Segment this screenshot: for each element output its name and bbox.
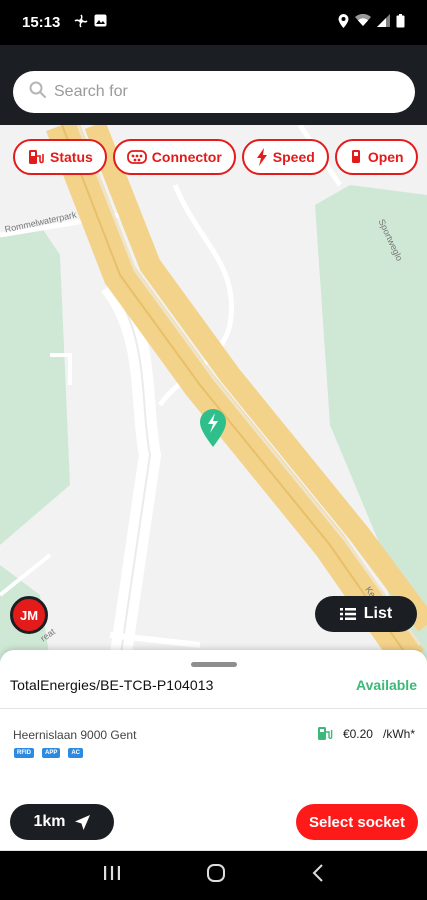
charging-station-marker[interactable] xyxy=(200,409,226,447)
divider xyxy=(0,708,427,709)
search-box[interactable] xyxy=(13,71,415,113)
station-status-badge: Available xyxy=(356,677,417,693)
back-icon[interactable] xyxy=(312,864,324,887)
search-input[interactable] xyxy=(54,83,354,101)
tag-app: APP xyxy=(42,748,61,758)
search-icon xyxy=(29,81,46,103)
location-icon xyxy=(338,13,349,32)
charger-icon xyxy=(317,727,333,740)
station-name: TotalEnergies/BE-TCB-P104013 xyxy=(10,677,214,693)
select-socket-button[interactable]: Select socket xyxy=(296,804,418,840)
system-nav-bar xyxy=(0,851,427,900)
distance-label: 1km xyxy=(33,813,66,830)
filter-status-button[interactable]: Status xyxy=(13,139,107,175)
charger-status-icon xyxy=(29,150,44,164)
price-value: €0.20 xyxy=(342,726,373,741)
sheet-drag-handle[interactable] xyxy=(191,662,237,667)
station-address: Heernislaan 9000 Gent xyxy=(13,728,137,742)
status-bar: 15:13 xyxy=(0,0,427,45)
distance-button[interactable]: 1km xyxy=(10,804,114,840)
search-header xyxy=(0,45,427,125)
tag-ac: AC xyxy=(68,748,84,758)
gallery-icon xyxy=(94,14,107,31)
filter-open-label: Open xyxy=(367,149,404,165)
open-icon xyxy=(351,150,360,163)
filter-speed-label: Speed xyxy=(272,149,315,165)
list-view-button[interactable]: List xyxy=(315,596,417,632)
navigation-arrow-icon xyxy=(74,814,90,830)
map-canvas xyxy=(0,125,427,660)
user-avatar[interactable]: JM xyxy=(10,596,48,634)
filter-status-label: Status xyxy=(50,149,93,165)
recent-apps-icon[interactable] xyxy=(103,865,121,886)
wifi-icon xyxy=(355,13,371,31)
price-unit: /kWh* xyxy=(382,726,415,741)
list-icon xyxy=(339,608,356,620)
connector-icon xyxy=(126,150,147,164)
signal-icon xyxy=(377,14,390,31)
price-row: €0.20 /kWh* xyxy=(317,726,415,741)
list-button-label: List xyxy=(363,605,393,622)
fan-icon xyxy=(74,13,88,32)
status-time: 15:13 xyxy=(22,14,61,31)
filter-connector-button[interactable]: Connector xyxy=(112,139,236,175)
map-view[interactable]: Rommelwaterpark Sportweglo Lieve reat Ke xyxy=(0,125,427,660)
filter-speed-button[interactable]: Speed xyxy=(241,139,329,175)
battery-icon xyxy=(396,13,405,32)
home-icon[interactable] xyxy=(206,863,226,888)
payment-tags: RFID APP AC xyxy=(14,748,84,758)
filter-chips: Status Connector Speed Open xyxy=(13,139,418,175)
tag-rfid: RFID xyxy=(14,748,34,758)
filter-connector-label: Connector xyxy=(151,149,222,165)
lightning-icon xyxy=(256,148,267,166)
filter-open-button[interactable]: Open xyxy=(334,139,418,175)
